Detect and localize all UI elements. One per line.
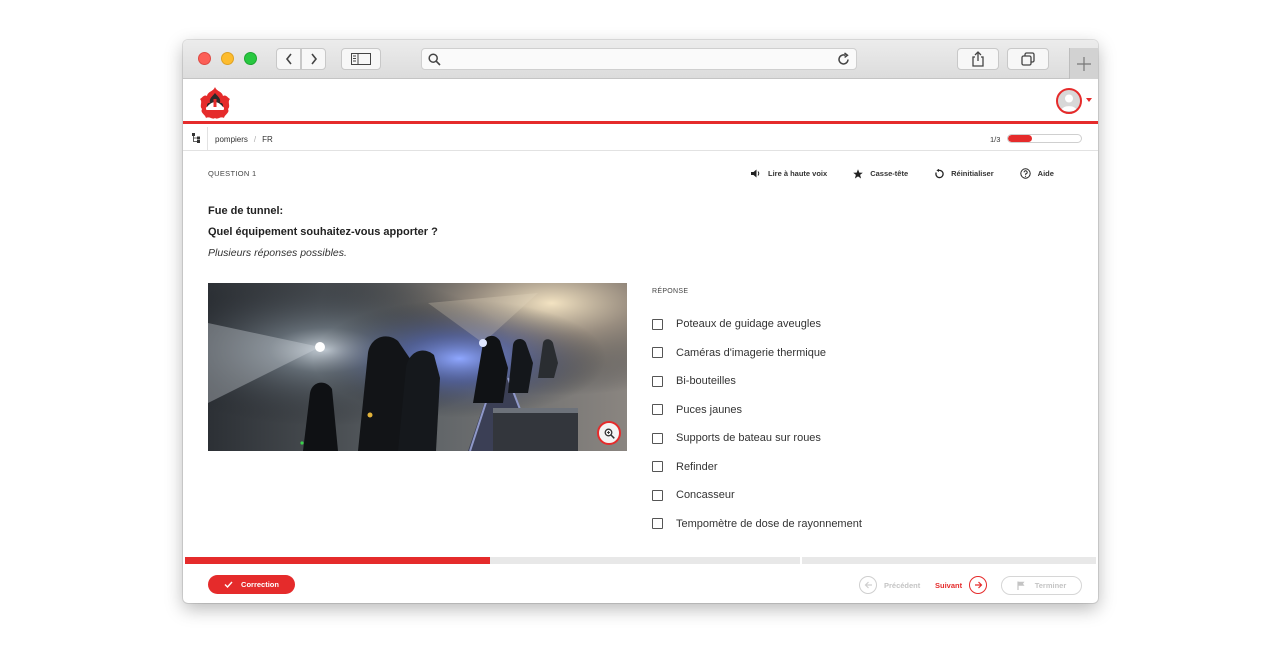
- browser-window: pompiers / FR 1/3 QUESTION 1 Lire à haut…: [183, 40, 1098, 603]
- share-icon: [972, 51, 984, 67]
- answer-option-label: Supports de bateau sur roues: [676, 432, 821, 445]
- answer-section-label: RÉPONSE: [652, 288, 689, 295]
- sidebar-icon: [351, 53, 371, 65]
- search-icon: [428, 53, 441, 66]
- next-button[interactable]: Suivant: [935, 576, 988, 594]
- finish-label: Terminer: [1034, 581, 1067, 590]
- puzzle-label: Casse-tête: [870, 169, 909, 178]
- answer-option[interactable]: Concasseur: [652, 481, 862, 510]
- checkbox[interactable]: [652, 518, 663, 530]
- puzzle-button[interactable]: Casse-tête: [853, 168, 908, 179]
- help-button[interactable]: Aide: [1019, 168, 1054, 179]
- next-label: Suivant: [935, 580, 963, 590]
- close-window-button[interactable]: [198, 52, 211, 65]
- checkbox[interactable]: [652, 489, 663, 501]
- caret-down-icon[interactable]: [1086, 98, 1092, 102]
- divider: [207, 127, 208, 151]
- checkbox[interactable]: [652, 347, 663, 359]
- question-image[interactable]: [208, 283, 627, 451]
- check-icon: [224, 581, 233, 588]
- chevron-left-icon: [285, 53, 292, 65]
- breadcrumb: pompiers / FR: [215, 135, 273, 144]
- firefighter-logo-icon[interactable]: [197, 85, 233, 121]
- user-avatar[interactable]: [1056, 88, 1082, 114]
- star-icon: [853, 168, 863, 178]
- section-divider: [800, 557, 802, 564]
- answer-option-label: Concasseur: [676, 489, 735, 502]
- answer-option-label: Bi-bouteilles: [676, 375, 736, 388]
- tabs-icon: [1021, 52, 1035, 66]
- share-button[interactable]: [957, 48, 999, 70]
- arrow-left-icon: [859, 576, 877, 594]
- answer-option[interactable]: Caméras d'imagerie thermique: [652, 339, 862, 368]
- speaker-icon: [751, 169, 760, 178]
- question-progress-label: 1/3: [990, 135, 1001, 144]
- answer-option-label: Refinder: [676, 460, 718, 473]
- tunnel-scene-image: [208, 283, 627, 451]
- answer-option[interactable]: Tempomètre de dose de rayonnement: [652, 510, 862, 539]
- sidebar-toggle-button[interactable]: [341, 48, 381, 70]
- question-progress-bar: [1007, 134, 1082, 143]
- app-header: [183, 79, 1098, 124]
- finish-button[interactable]: Terminer: [1001, 576, 1082, 595]
- forward-button[interactable]: [301, 48, 326, 70]
- breadcrumb-bar: pompiers / FR 1/3: [183, 127, 1098, 151]
- answer-option-label: Poteaux de guidage aveugles: [676, 318, 821, 331]
- answer-option[interactable]: Refinder: [652, 453, 862, 482]
- checkbox[interactable]: [652, 375, 663, 387]
- breadcrumb-separator: /: [253, 135, 257, 144]
- answer-option[interactable]: Puces jaunes: [652, 396, 862, 425]
- checkbox[interactable]: [652, 318, 663, 330]
- question-title: Fue de tunnel:: [208, 205, 284, 217]
- previous-button[interactable]: Précédent: [859, 576, 920, 594]
- reset-label: Réinitialiser: [951, 169, 994, 178]
- reset-icon: [935, 168, 944, 178]
- tabs-overview-button[interactable]: [1007, 48, 1049, 70]
- question-hint: Plusieurs réponses possibles.: [208, 247, 347, 259]
- answer-option-label: Tempomètre de dose de rayonnement: [676, 517, 862, 530]
- question-text: Quel équipement souhaitez-vous apporter …: [208, 226, 438, 238]
- question-number: QUESTION 1: [208, 169, 257, 178]
- reset-button[interactable]: Réinitialiser: [934, 168, 994, 179]
- browser-toolbar: [183, 40, 1098, 79]
- arrow-right-icon: [969, 576, 988, 594]
- help-icon: [1019, 168, 1031, 179]
- plus-icon: [1077, 56, 1091, 71]
- address-bar[interactable]: [421, 48, 857, 70]
- read-aloud-label: Lire à haute voix: [768, 169, 828, 178]
- footer-bar: Correction Précédent Suivant Terminer: [183, 564, 1098, 603]
- answer-option-label: Puces jaunes: [676, 403, 743, 416]
- back-button[interactable]: [276, 48, 301, 70]
- answer-option[interactable]: Bi-bouteilles: [652, 367, 862, 396]
- tree-structure-icon[interactable]: [192, 133, 202, 143]
- help-label: Aide: [1037, 169, 1054, 178]
- correction-label: Correction: [241, 580, 279, 589]
- question-progress-fill: [1008, 135, 1033, 142]
- checkbox[interactable]: [652, 432, 663, 444]
- answer-option-label: Caméras d'imagerie thermique: [676, 346, 827, 359]
- question-toolbar: Lire à haute voix Casse-tête Réinitialis…: [751, 168, 1054, 179]
- reload-icon[interactable]: [836, 52, 851, 67]
- correction-button[interactable]: Correction: [208, 575, 295, 594]
- read-aloud-button[interactable]: Lire à haute voix: [751, 168, 827, 179]
- magnifier-icon: [604, 428, 615, 439]
- section-progress-fill: [185, 557, 491, 564]
- zoom-image-button[interactable]: [597, 421, 621, 445]
- answer-option[interactable]: Supports de bateau sur roues: [652, 424, 862, 453]
- zoom-window-button[interactable]: [244, 52, 257, 65]
- flag-icon: [1017, 581, 1025, 590]
- checkbox[interactable]: [652, 404, 663, 416]
- previous-label: Précédent: [884, 580, 921, 590]
- breadcrumb-item[interactable]: FR: [262, 135, 273, 144]
- answer-option[interactable]: Poteaux de guidage aveugles: [652, 310, 862, 339]
- new-tab-button[interactable]: [1069, 48, 1098, 79]
- chevron-right-icon: [310, 53, 317, 65]
- breadcrumb-item[interactable]: pompiers: [215, 135, 248, 144]
- checkbox[interactable]: [652, 461, 663, 473]
- user-icon: [1061, 94, 1077, 111]
- answer-options: Poteaux de guidage aveugles Caméras d'im…: [652, 310, 862, 538]
- section-progress-bar: [185, 557, 1096, 564]
- minimize-window-button[interactable]: [221, 52, 234, 65]
